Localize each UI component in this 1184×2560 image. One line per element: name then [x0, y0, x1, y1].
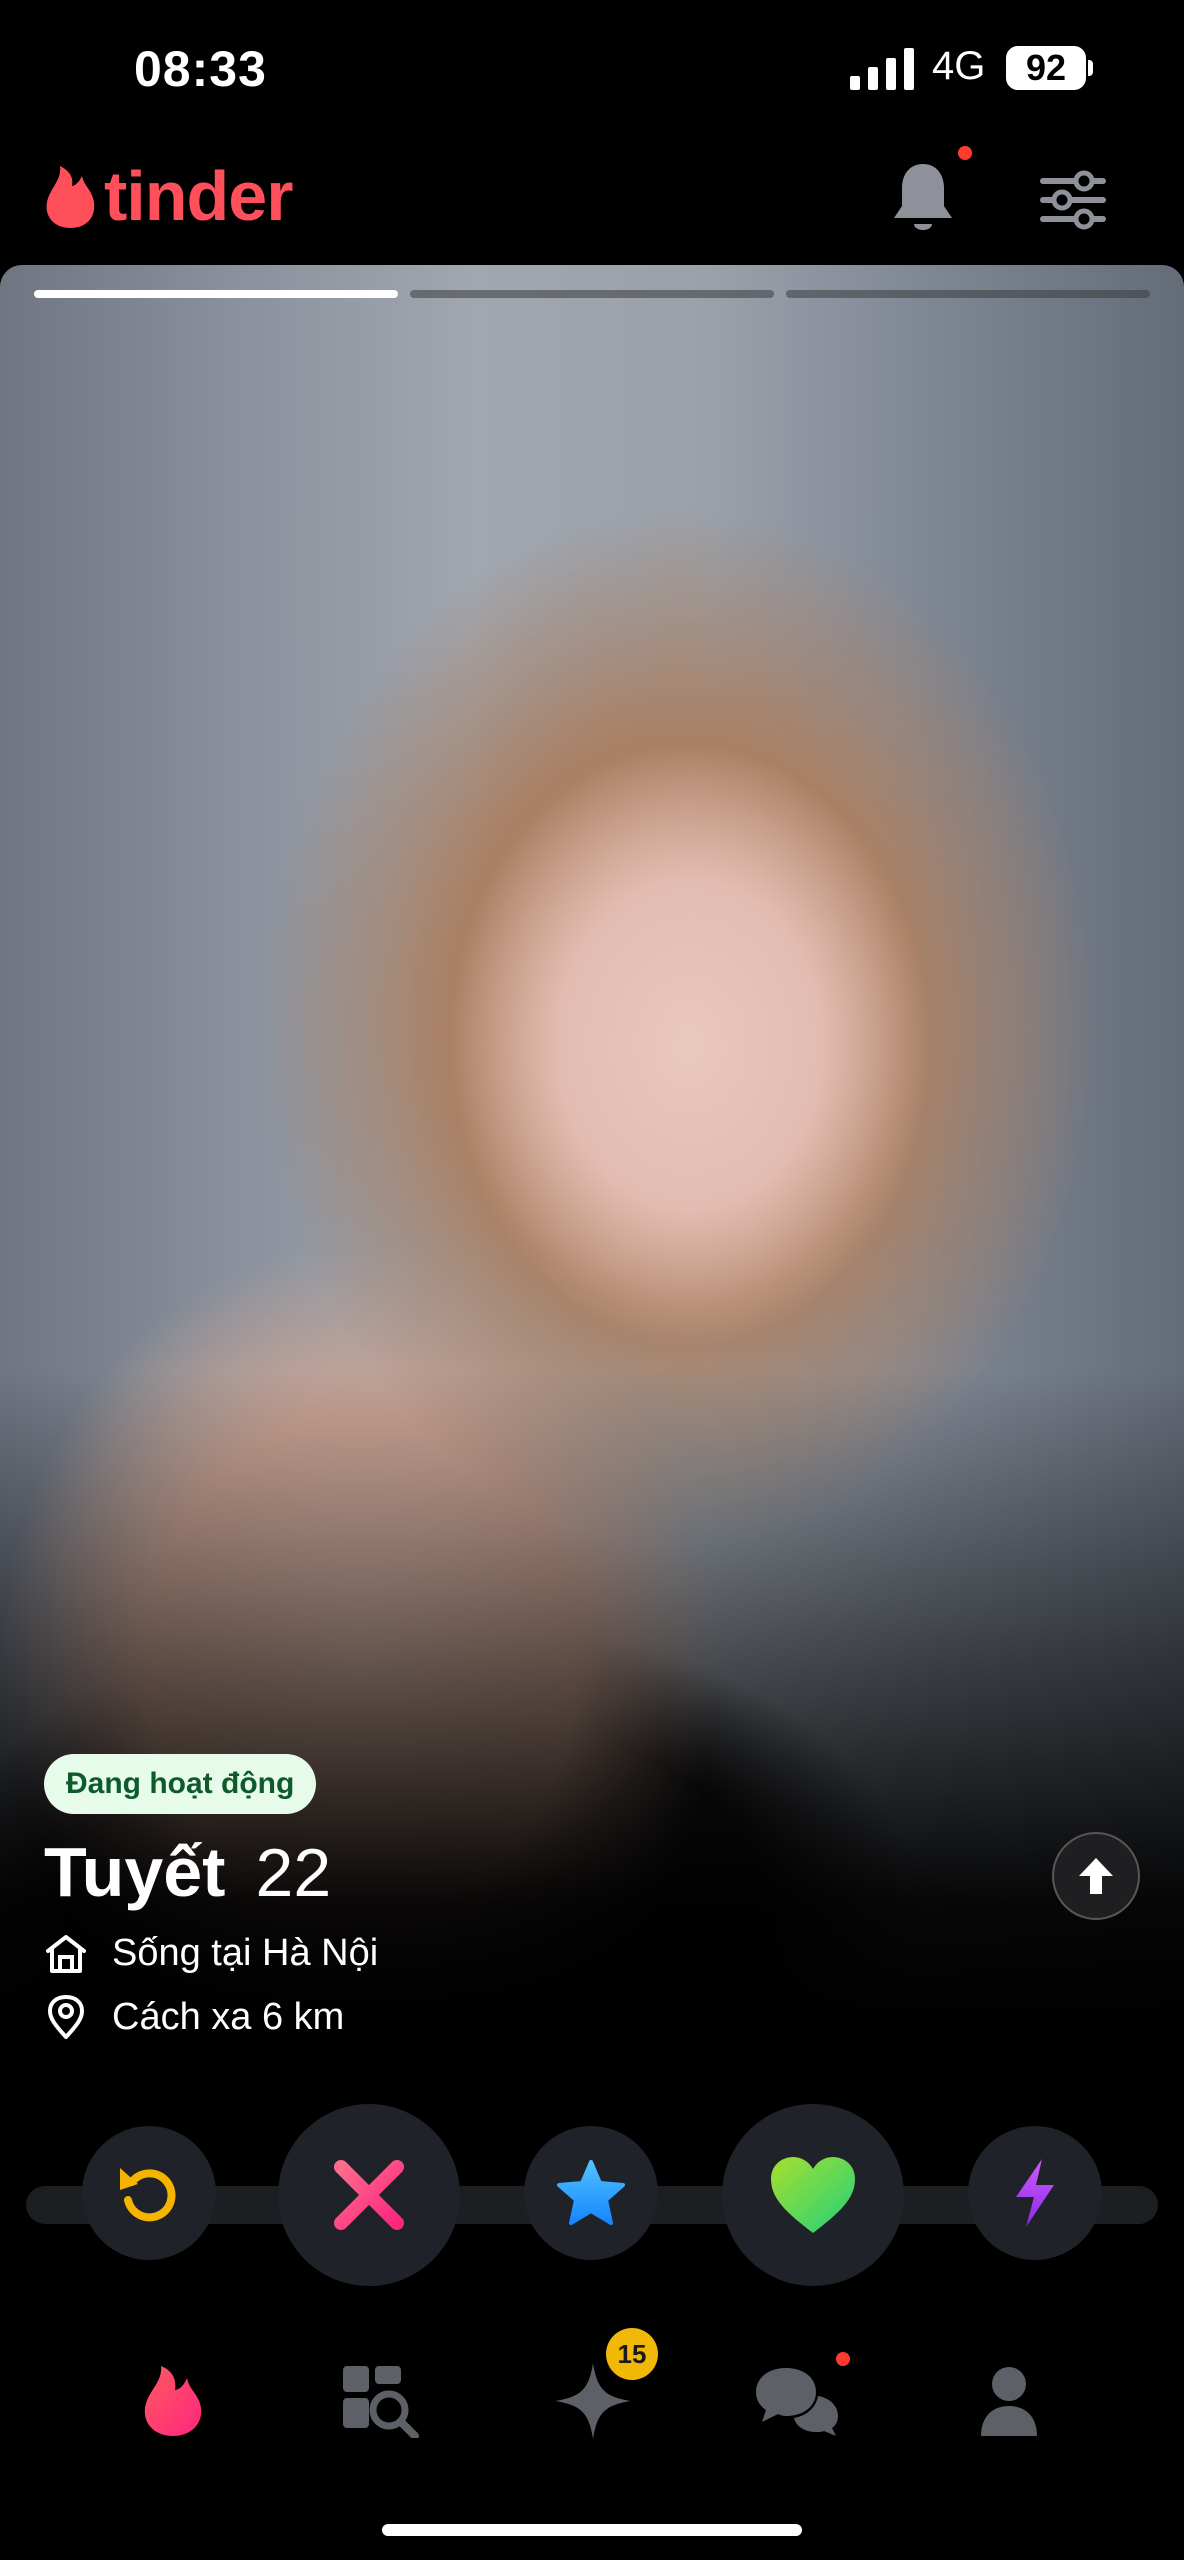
open-profile-button[interactable]	[1052, 1832, 1140, 1920]
distance-text: Cách xa 6 km	[112, 1995, 345, 2038]
photo-progress-segment	[410, 290, 774, 298]
likes-count-badge: 15	[606, 2328, 658, 2380]
profile-age: 22	[255, 1835, 332, 1911]
tinder-logo[interactable]: tinder	[44, 157, 293, 235]
photo-progress-bar	[34, 290, 1150, 298]
rewind-button[interactable]	[82, 2126, 216, 2260]
profile-name: Tuyết	[44, 1833, 226, 1911]
network-type: 4G	[932, 44, 986, 88]
brand-name: tinder	[104, 157, 293, 235]
photo-progress-segment	[34, 290, 398, 298]
battery-tip	[1088, 60, 1093, 76]
battery-indicator: 92	[1006, 46, 1086, 90]
chat-bubbles-icon	[756, 2368, 838, 2436]
home-indicator	[382, 2524, 802, 2536]
nav-messages-tab[interactable]	[752, 2356, 842, 2446]
flame-icon	[46, 166, 95, 228]
explore-grid-search-icon	[343, 2366, 419, 2438]
super-like-button[interactable]	[524, 2126, 658, 2260]
nope-button[interactable]	[278, 2104, 460, 2286]
photo-progress-segment	[786, 290, 1150, 298]
location-pin-icon	[48, 1995, 84, 2039]
close-icon	[334, 2160, 404, 2230]
nav-explore-tab[interactable]	[336, 2356, 426, 2446]
rewind-icon	[120, 2168, 176, 2222]
distance-row: Cách xa 6 km	[44, 1994, 344, 2040]
nav-profile-tab[interactable]	[964, 2356, 1054, 2446]
filter-settings-icon[interactable]	[1040, 170, 1106, 230]
star-icon	[557, 2160, 625, 2225]
status-time: 08:33	[134, 41, 267, 97]
notifications-bell-icon[interactable]	[890, 160, 956, 240]
active-status-badge: Đang hoạt động	[44, 1754, 317, 1814]
arrow-up-icon	[1079, 1858, 1113, 1894]
cellular-signal-icon	[850, 48, 914, 90]
home-icon	[46, 1934, 86, 1973]
lightning-icon	[1016, 2159, 1054, 2227]
name-age-row: Tuyết 22	[44, 1832, 331, 1912]
notification-dot	[958, 146, 972, 160]
like-button[interactable]	[722, 2104, 904, 2286]
lives-in-text: Sống tại Hà Nội	[112, 1932, 379, 1974]
heart-icon	[771, 2157, 855, 2233]
flame-icon	[144, 2366, 202, 2436]
lives-in-row: Sống tại Hà Nội	[44, 1932, 378, 1975]
nav-home-tab[interactable]	[128, 2356, 218, 2446]
messages-notification-dot	[836, 2352, 850, 2366]
boost-button[interactable]	[968, 2126, 1102, 2260]
profile-icon	[981, 2367, 1037, 2436]
